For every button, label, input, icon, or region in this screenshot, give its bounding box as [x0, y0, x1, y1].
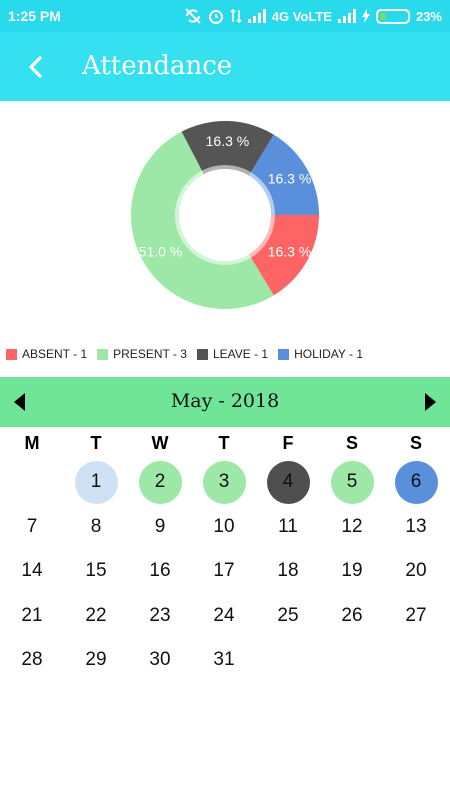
day-status-marker: 4 — [266, 460, 310, 504]
calendar-day-empty — [0, 460, 64, 505]
legend-swatch — [196, 348, 208, 360]
battery-icon — [375, 8, 410, 24]
weekday-row: MTWTFSS — [0, 430, 450, 458]
data-arrows-icon — [230, 8, 242, 24]
status-icons: 4G VoLTE 23% — [184, 6, 442, 26]
slice-label-holiday: 16.3 % — [268, 171, 312, 187]
weekday-label: T — [218, 433, 230, 453]
slice-label-present: 51.0 % — [139, 243, 183, 259]
status-time: 1:25 PM — [8, 8, 61, 24]
calendar-day[interactable]: 3 — [192, 460, 256, 505]
alarm-icon — [208, 10, 223, 24]
weekday-label: F — [282, 433, 294, 453]
app-bar: Attendance — [0, 32, 450, 101]
calendar-day[interactable]: 25 — [256, 594, 320, 639]
battery-percent: 23% — [415, 8, 442, 24]
calendar-week-row: 28 29 30 31 — [0, 638, 450, 683]
legend-label: ABSENT - 1 — [22, 347, 88, 361]
legend-item: LEAVE - 1 — [196, 347, 269, 361]
page-title: Attendance — [82, 51, 233, 81]
calendar-day[interactable]: 20 — [384, 549, 448, 594]
legend-item: PRESENT - 3 — [97, 347, 187, 361]
calendar-grid: 1 2 3 4 5 6 7 8 9 10 11 12 13 14 15 16 17 18 19 20 21 22 23 24 2… — [0, 460, 450, 683]
calendar-day[interactable]: 18 — [256, 549, 320, 594]
weekday-label: S — [345, 433, 358, 453]
calendar-day[interactable]: 6 — [384, 460, 448, 505]
calendar-day[interactable]: 14 — [0, 549, 64, 594]
day-status-marker: 6 — [394, 460, 438, 504]
legend-item: HOLIDAY - 1 — [278, 347, 363, 361]
calendar-day[interactable]: 13 — [384, 505, 448, 550]
calendar-day[interactable]: 28 — [0, 638, 64, 683]
calendar-day[interactable]: 10 — [192, 505, 256, 550]
calendar-day[interactable]: 8 — [64, 505, 128, 550]
next-month-button[interactable] — [420, 391, 440, 413]
legend-swatch — [278, 348, 290, 360]
calendar-day[interactable]: 29 — [64, 638, 128, 683]
calendar-day[interactable]: 7 — [0, 505, 64, 550]
next-arrow-icon — [425, 393, 436, 411]
weekday-label: M — [24, 433, 40, 453]
calendar-day[interactable]: 15 — [64, 549, 128, 594]
legend-swatch — [6, 348, 17, 360]
calendar-day-empty — [384, 638, 448, 683]
calendar-week-row: 7 8 9 10 11 12 13 — [0, 505, 450, 550]
calendar-day[interactable]: 16 — [128, 549, 192, 594]
battery-level — [379, 12, 386, 20]
signal-icon-2 — [337, 9, 356, 23]
day-status-marker: 3 — [202, 460, 246, 504]
calendar-day[interactable]: 9 — [128, 505, 192, 550]
day-status-marker: 5 — [330, 460, 374, 504]
chart-legend: ABSENT - 1 PRESENT - 3 LEAVE - 1 HOLIDAY - … — [6, 347, 363, 361]
network-label: 4G VoLTE — [271, 8, 332, 24]
calendar-day[interactable]: 31 — [192, 638, 256, 683]
calendar-week-row: 123456 — [0, 460, 450, 505]
calendar-week-row: 21 22 23 24 25 26 27 — [0, 594, 450, 639]
status-bar: 1:25 PM 4G VoLTE 23% — [0, 0, 450, 32]
calendar-day-empty — [320, 638, 384, 683]
weekday-label: T — [90, 433, 102, 453]
legend-swatch — [97, 348, 109, 360]
day-status-marker: 2 — [138, 460, 182, 504]
calendar-day[interactable]: 23 — [128, 594, 192, 639]
legend-label: LEAVE - 1 — [212, 347, 269, 361]
calendar-header: May - 2018 — [0, 377, 450, 427]
legend-label: HOLIDAY - 1 — [294, 347, 364, 361]
calendar-day[interactable]: 11 — [256, 505, 320, 550]
legend-label: PRESENT - 3 — [113, 347, 187, 361]
calendar-day[interactable]: 5 — [320, 460, 384, 505]
back-button[interactable] — [18, 50, 52, 84]
calendar-day-empty — [256, 638, 320, 683]
slice-label-absent: 16.3 % — [268, 243, 312, 259]
calendar-day[interactable]: 2 — [128, 460, 192, 505]
attendance-donut-chart: 16.3 % 51.0 % 16.3 % 16.3 % — [130, 121, 319, 309]
calendar-day[interactable]: 26 — [320, 594, 384, 639]
weekday-label: S — [409, 433, 422, 453]
day-status-marker: 1 — [74, 460, 118, 504]
calendar-day[interactable]: 30 — [128, 638, 192, 683]
calendar-week-row: 14 15 16 17 18 19 20 — [0, 549, 450, 594]
calendar-day[interactable]: 4 — [256, 460, 320, 505]
weekday-label: W — [151, 433, 169, 453]
back-chevron-icon — [29, 56, 42, 78]
donut-hole — [175, 165, 275, 265]
signal-icon — [247, 9, 266, 23]
calendar-day[interactable]: 21 — [0, 594, 64, 639]
sync-off-icon — [185, 8, 201, 24]
slice-label-leave: 16.3 % — [206, 133, 250, 149]
calendar-day[interactable]: 22 — [64, 594, 128, 639]
calendar-day[interactable]: 27 — [384, 594, 448, 639]
calendar-day[interactable]: 17 — [192, 549, 256, 594]
calendar-day[interactable]: 1 — [64, 460, 128, 505]
legend-item: ABSENT - 1 — [6, 347, 87, 361]
calendar-day[interactable]: 24 — [192, 594, 256, 639]
calendar-day[interactable]: 12 — [320, 505, 384, 550]
month-label: May - 2018 — [170, 390, 280, 412]
charging-icon — [361, 9, 370, 23]
calendar-day[interactable]: 19 — [320, 549, 384, 594]
